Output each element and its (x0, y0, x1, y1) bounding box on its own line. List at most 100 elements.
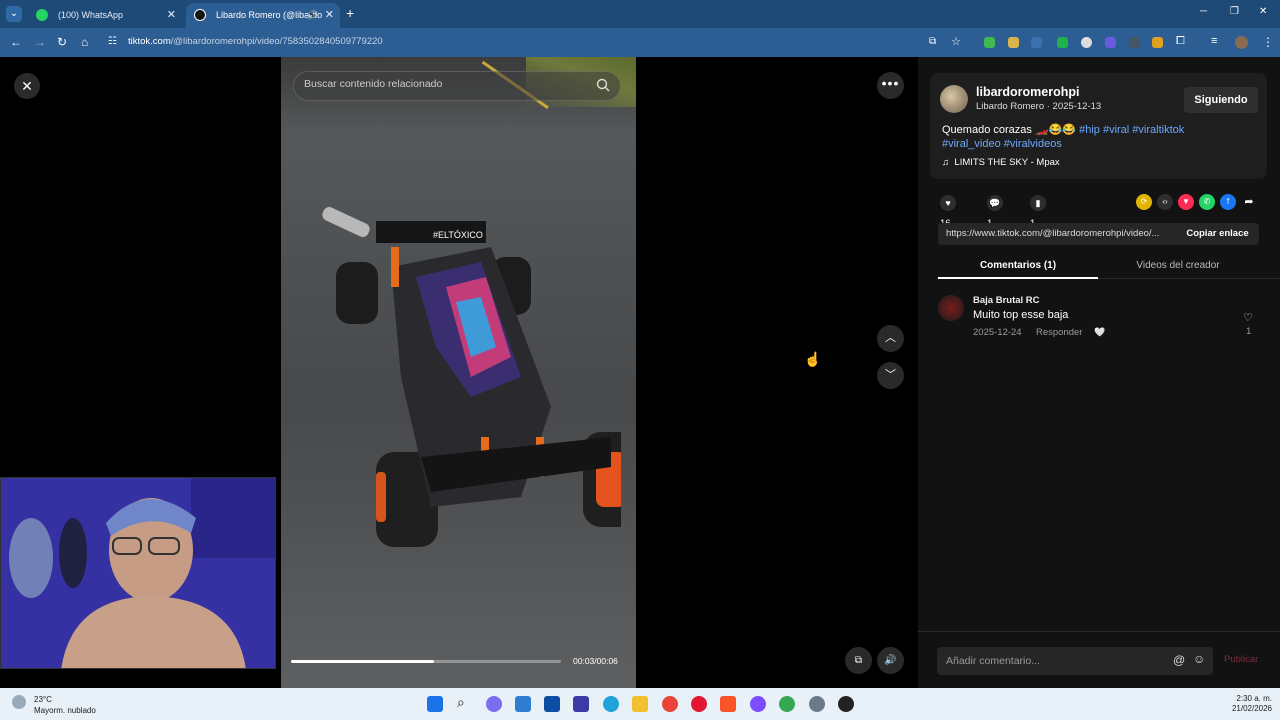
hashtag-link[interactable]: #viral_video #viralvideos (942, 138, 1062, 150)
creator-username[interactable]: libardoromerohpi (976, 85, 1079, 99)
creator-avatar[interactable] (940, 85, 968, 113)
edge-icon[interactable] (603, 696, 619, 712)
previous-video-button[interactable]: ︿ (877, 325, 904, 352)
creator-meta: Libardo Romero · 2025-12-13 (976, 101, 1102, 112)
more-options-button[interactable]: ••• (877, 72, 904, 99)
heart-icon[interactable]: ♥ (940, 195, 956, 211)
bookmark-icon[interactable]: ▮ (1030, 195, 1046, 211)
repost-icon[interactable]: ⟳ (1136, 194, 1152, 210)
chrome-icon[interactable] (662, 696, 678, 712)
back-icon[interactable]: ← (10, 35, 22, 49)
tab-whatsapp[interactable]: (100) WhatsApp ✕ (28, 3, 182, 28)
store-icon[interactable] (515, 696, 531, 712)
search-input[interactable] (304, 78, 584, 90)
new-tab-button[interactable]: + (346, 5, 354, 21)
extension-icon[interactable] (1031, 37, 1042, 48)
extension-icon[interactable] (1008, 37, 1019, 48)
close-video-button[interactable]: ✕ (14, 73, 40, 99)
publish-button[interactable]: Publicar (1224, 654, 1258, 665)
chrome-active-icon[interactable] (779, 696, 795, 712)
tab-comments[interactable]: Comentarios (1) (938, 260, 1098, 279)
hashtag-link[interactable]: #hip #viral #viraltiktok (1079, 124, 1184, 136)
cast-icon[interactable]: ⧉ (929, 36, 936, 47)
bookmark-star-icon[interactable]: ☆ (951, 35, 961, 48)
media-queue-icon[interactable]: ≡ (1211, 35, 1217, 47)
app-icon[interactable] (573, 696, 589, 712)
app-icon[interactable] (838, 696, 854, 712)
webcam-overlay (0, 477, 276, 669)
caption-text: Quemado corazas (942, 124, 1032, 136)
profile-avatar[interactable] (1235, 36, 1248, 49)
copy-link-button[interactable]: Copiar enlace (1176, 223, 1259, 245)
video-progress-bar[interactable] (291, 660, 561, 663)
tab-search-icon[interactable]: ⌄ (6, 6, 22, 22)
commenter-name[interactable]: Baja Brutal RC (973, 295, 1040, 306)
tab-tiktok[interactable]: Libardo Romero (@libardo 🔊 ✕ (186, 3, 340, 28)
comment-item: Baja Brutal RC Muito top esse baja 2025-… (938, 293, 1258, 343)
extension-icon[interactable] (1105, 37, 1116, 48)
floating-player-icon[interactable]: ⧉ (845, 647, 872, 674)
embed-icon[interactable]: ‹› (1157, 194, 1173, 210)
comment-action[interactable]: 💬1 (987, 194, 1008, 229)
minimize-icon[interactable]: ─ (1200, 6, 1207, 17)
whatsapp-share-icon[interactable]: ✆ (1199, 194, 1215, 210)
weather-temp: 23°C (34, 695, 52, 704)
clock-time: 2:30 a. m. (1236, 694, 1272, 703)
start-icon[interactable] (427, 696, 443, 712)
weather-cloud-icon (12, 695, 26, 709)
extension-icon[interactable] (1057, 37, 1068, 48)
comment-icon[interactable]: 💬 (987, 195, 1003, 211)
window-close-icon[interactable]: ✕ (1259, 6, 1267, 17)
puzzle-extensions-icon[interactable]: ⧠ (1176, 35, 1185, 48)
copilot-icon[interactable] (486, 696, 502, 712)
url-path: /@libardoromerohpi/video/758350284050977… (170, 36, 383, 47)
mail-icon[interactable] (544, 696, 560, 712)
home-icon[interactable]: ⌂ (81, 35, 88, 49)
volume-icon[interactable]: 🔊 (877, 647, 904, 674)
emoji-icon[interactable]: ☺ (1193, 652, 1205, 666)
speaker-icon[interactable]: 🔊 (307, 3, 318, 28)
reply-button[interactable]: Responder (1036, 327, 1082, 338)
music-link[interactable]: ♫ LIMITS THE SKY - Mpax (942, 157, 1060, 168)
close-tab-icon[interactable]: ✕ (167, 3, 176, 28)
related-search-box[interactable] (293, 71, 621, 101)
save-action[interactable]: ▮1 (1030, 194, 1051, 229)
search-icon[interactable] (596, 78, 610, 97)
extension-icon[interactable] (1129, 37, 1140, 48)
facebook-share-icon[interactable]: f (1220, 194, 1236, 210)
url-field[interactable]: tiktok.com/@libardoromerohpi/video/75835… (128, 36, 383, 47)
reload-icon[interactable]: ↻ (57, 35, 67, 49)
video-player[interactable]: #ELTÓXICO 00:03/00:06 (281, 57, 636, 688)
extension-icon[interactable] (1081, 37, 1092, 48)
extension-icon[interactable] (1152, 37, 1163, 48)
mention-icon[interactable]: @ (1173, 653, 1185, 667)
next-video-button[interactable]: ﹀ (877, 362, 904, 389)
comment-composer: @ ☺ Publicar (918, 631, 1280, 688)
comment-input[interactable] (937, 647, 1213, 675)
forward-icon[interactable]: → (34, 35, 46, 49)
following-button[interactable]: Siguiendo (1184, 87, 1258, 113)
tab-creator-videos[interactable]: Videos del creador (1098, 260, 1258, 271)
opera-icon[interactable] (691, 696, 707, 712)
settings-gear-icon[interactable] (809, 696, 825, 712)
browser-app-icon[interactable] (750, 696, 766, 712)
site-info-icon[interactable]: ☷ (108, 36, 117, 47)
browser-menu-icon[interactable]: ⋮ (1262, 35, 1274, 49)
copy-link-row: https://www.tiktok.com/@libardoromerohpi… (938, 223, 1259, 245)
share-arrow-icon[interactable]: ➦ (1241, 194, 1257, 210)
webcam-person-image (1, 478, 275, 668)
search-taskbar-icon[interactable]: ⌕ (457, 694, 473, 710)
creator-liked-badge-icon: 🤍 (1094, 327, 1106, 337)
like-action[interactable]: ♥16 (940, 194, 961, 229)
shield-extension-icon[interactable] (984, 37, 995, 48)
tiktok-video-page: ✕ #ELTÓXICO Buscar contenido relacionado… (0, 57, 1280, 688)
brave-icon[interactable] (720, 696, 736, 712)
send-icon[interactable]: ▼ (1178, 194, 1194, 210)
file-explorer-icon[interactable] (632, 696, 648, 712)
system-clock[interactable]: 2:30 a. m. 21/02/2026 (1232, 694, 1272, 714)
commenter-avatar[interactable] (938, 295, 964, 321)
comment-text: Muito top esse baja (973, 309, 1069, 321)
comment-like-icon[interactable]: ♡ (1243, 311, 1253, 324)
close-tab-icon[interactable]: ✕ (325, 3, 334, 28)
maximize-icon[interactable]: ❐ (1230, 6, 1239, 17)
